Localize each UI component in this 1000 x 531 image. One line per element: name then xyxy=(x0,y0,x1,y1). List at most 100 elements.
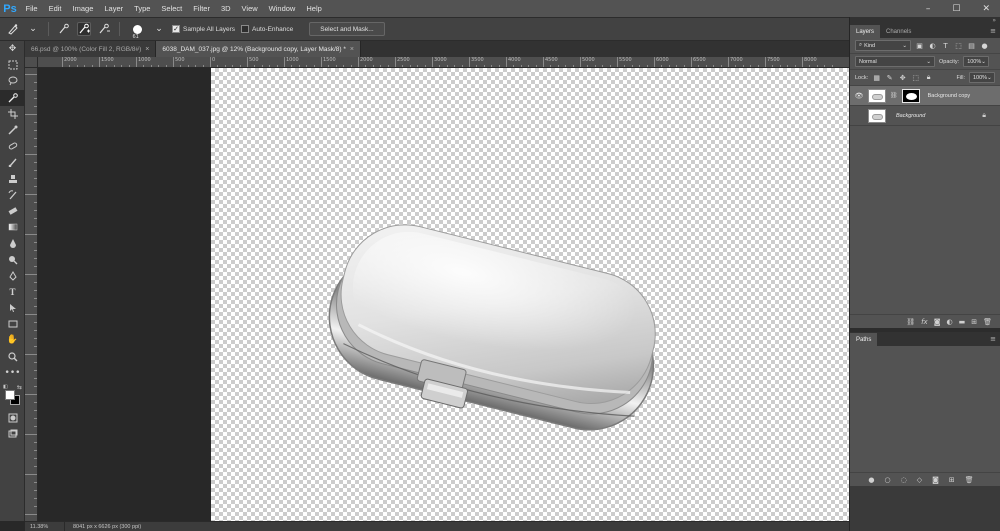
healing-brush-tool-icon[interactable] xyxy=(0,138,25,154)
chevron-down-icon[interactable]: ⌄ xyxy=(152,22,166,36)
menu-view[interactable]: View xyxy=(236,4,263,13)
add-mask-icon[interactable]: ◙ xyxy=(934,318,941,326)
collapse-panels-icon[interactable]: » xyxy=(850,17,1000,24)
lock-transparent-icon[interactable]: ▦ xyxy=(872,73,881,82)
menu-image[interactable]: Image xyxy=(67,4,99,13)
sample-all-layers-checkbox[interactable]: ✓ xyxy=(172,25,180,33)
fx-icon[interactable]: fx xyxy=(921,318,928,326)
sample-all-layers-option[interactable]: ✓ Sample All Layers xyxy=(172,25,235,33)
new-path-icon[interactable]: ⊞ xyxy=(949,476,955,484)
horizontal-ruler[interactable]: 2000 1500 1000 500 0 500 1000 1500 2000 2500 3000 3… xyxy=(38,57,849,68)
swap-colors-icon[interactable]: ⇆ xyxy=(17,384,22,391)
trash-icon[interactable]: 🗑︎ xyxy=(965,476,974,484)
screen-mode-icon[interactable] xyxy=(0,426,25,442)
new-selection-icon[interactable] xyxy=(57,22,71,36)
pen-tool-icon[interactable] xyxy=(0,268,25,284)
layer-background-copy[interactable]: 👁︎ ⛓︎ Background copy xyxy=(850,86,1000,106)
document-info[interactable]: 8041 px x 6626 px (300 ppi) xyxy=(65,524,141,530)
close-window-button[interactable]: ✕ xyxy=(982,4,990,14)
new-group-icon[interactable]: ▬ xyxy=(959,318,966,326)
foreground-color-swatch[interactable] xyxy=(5,389,15,400)
new-layer-icon[interactable]: ⊞ xyxy=(971,318,977,326)
load-selection-icon[interactable]: ◌ xyxy=(901,476,907,484)
make-work-path-icon[interactable]: ◇ xyxy=(917,476,922,484)
history-brush-tool-icon[interactable] xyxy=(0,187,25,203)
pixel-filter-icon[interactable]: ▣ xyxy=(915,41,924,50)
tab-channels[interactable]: Channels xyxy=(880,25,917,38)
gradient-tool-icon[interactable] xyxy=(0,219,25,235)
opacity-input[interactable]: 100% ⌄ xyxy=(963,56,990,67)
menu-3d[interactable]: 3D xyxy=(215,4,236,13)
zoom-level[interactable]: 11.38% xyxy=(25,521,65,531)
layer-name[interactable]: Background copy xyxy=(928,93,971,99)
tab-layers[interactable]: Layers xyxy=(850,25,881,38)
paths-panel[interactable] xyxy=(850,346,1000,472)
panel-menu-icon[interactable]: ≡ xyxy=(990,335,996,343)
fill-path-icon[interactable]: ● xyxy=(868,476,874,484)
layer-name[interactable]: Background xyxy=(896,113,925,119)
vertical-ruler[interactable] xyxy=(25,68,38,521)
menu-window[interactable]: Window xyxy=(263,4,301,13)
clone-stamp-tool-icon[interactable] xyxy=(0,171,25,187)
type-tool-icon[interactable]: T xyxy=(0,284,25,300)
menu-file[interactable]: File xyxy=(20,4,43,13)
menu-edit[interactable]: Edit xyxy=(43,4,67,13)
lock-position-icon[interactable]: ✥ xyxy=(898,73,907,82)
fill-input[interactable]: 100% ⌄ xyxy=(969,72,995,83)
blur-tool-icon[interactable] xyxy=(0,235,25,251)
path-selection-tool-icon[interactable] xyxy=(0,300,25,316)
layer-thumbnail[interactable] xyxy=(868,88,886,103)
quick-selection-tool-icon[interactable] xyxy=(0,89,25,106)
chevron-down-icon[interactable]: ⌄ xyxy=(26,22,40,36)
rectangle-tool-icon[interactable] xyxy=(0,316,25,332)
menu-help[interactable]: Help xyxy=(301,4,327,13)
filter-toggle-icon[interactable]: ● xyxy=(980,41,989,50)
eraser-tool-icon[interactable] xyxy=(0,203,25,219)
add-to-selection-icon[interactable] xyxy=(77,22,91,36)
tab-66-psd[interactable]: 66.psd @ 100% (Color Fill 2, RGB/8#) × xyxy=(25,41,157,57)
crop-tool-icon[interactable] xyxy=(0,106,25,122)
layer-thumbnail[interactable] xyxy=(868,108,886,123)
tab-paths[interactable]: Paths xyxy=(850,333,878,346)
close-icon[interactable]: × xyxy=(145,46,149,53)
select-and-mask-button[interactable]: Select and Mask... xyxy=(309,22,385,36)
document-workspace[interactable] xyxy=(39,68,849,521)
quick-mask-icon[interactable] xyxy=(0,410,25,426)
lock-artboard-icon[interactable]: ⬚ xyxy=(911,73,920,82)
close-icon[interactable]: × xyxy=(350,46,354,53)
panel-menu-icon[interactable]: ≡ xyxy=(990,27,996,35)
stroke-path-icon[interactable]: ○ xyxy=(884,476,890,484)
eyedropper-tool-icon[interactable] xyxy=(0,122,25,138)
lock-image-icon[interactable]: ✎ xyxy=(885,73,894,82)
document-canvas[interactable] xyxy=(211,68,849,521)
tool-preset-icon[interactable] xyxy=(6,22,20,36)
blend-mode-select[interactable]: Normal ⌄ xyxy=(855,56,935,67)
adjustment-layer-icon[interactable]: ◐ xyxy=(947,318,953,326)
menu-type[interactable]: Type xyxy=(129,4,156,13)
kind-filter-select[interactable]: ⌕ Kind ⌄ xyxy=(855,40,911,51)
menu-select[interactable]: Select xyxy=(156,4,188,13)
color-swatches[interactable]: ◧ ⇆ xyxy=(0,384,25,410)
type-filter-icon[interactable]: T xyxy=(941,41,950,50)
maximize-button[interactable]: ☐ xyxy=(952,4,960,14)
menu-layer[interactable]: Layer xyxy=(99,4,129,13)
dodge-tool-icon[interactable] xyxy=(0,251,25,267)
eye-icon[interactable]: 👁︎ xyxy=(854,92,864,100)
move-tool-icon[interactable]: ✥ xyxy=(0,41,25,57)
brush-tool-icon[interactable] xyxy=(0,154,25,170)
auto-enhance-checkbox[interactable] xyxy=(241,25,250,33)
adjustment-filter-icon[interactable]: ◐ xyxy=(928,41,937,50)
shape-filter-icon[interactable]: ⬚ xyxy=(954,41,963,50)
hand-tool-icon[interactable]: ✋ xyxy=(0,332,25,348)
brush-size-picker[interactable]: 61 xyxy=(128,22,146,40)
lasso-tool-icon[interactable] xyxy=(0,73,25,89)
link-layers-icon[interactable]: ⛓︎ xyxy=(906,318,915,326)
layer-background[interactable]: Background 🔒︎ xyxy=(850,106,1000,126)
more-tools-icon[interactable]: ••• xyxy=(0,365,25,381)
ruler-origin[interactable] xyxy=(25,57,38,68)
link-icon[interactable]: ⛓︎ xyxy=(890,92,898,99)
lock-all-icon[interactable]: 🔒︎ xyxy=(924,73,933,82)
layers-list-empty-area[interactable] xyxy=(850,126,1000,314)
marquee-tool-icon[interactable] xyxy=(0,57,25,73)
add-mask-icon[interactable]: ◙ xyxy=(932,476,939,484)
